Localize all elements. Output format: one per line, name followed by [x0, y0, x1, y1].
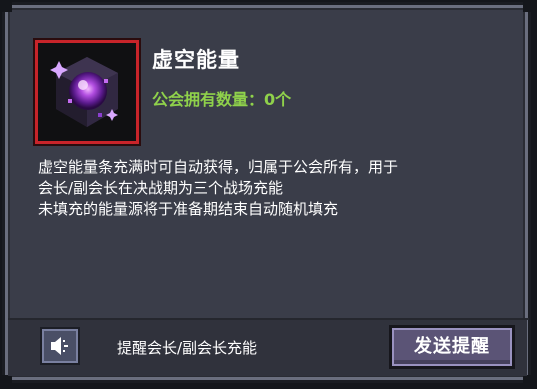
description-line: 会长/副会长在决战期为三个战场充能: [38, 179, 284, 197]
panel-corner: [2, 375, 12, 385]
remind-label: 提醒会长/副会长充能: [117, 339, 258, 357]
description-line: 未填充的能量源将于准备期结束自动随机填充: [38, 200, 339, 218]
guild-item-count: 公会拥有数量：0个: [152, 90, 292, 109]
item-title: 虚空能量: [152, 48, 240, 72]
panel-corner: [523, 375, 533, 385]
speaker-button[interactable]: [40, 327, 80, 365]
description-line: 虚空能量条充满时可自动获得，归属于公会所有，用于: [38, 158, 399, 176]
void-energy-crystal-icon: [50, 57, 118, 127]
send-reminder-button[interactable]: 发送提醒: [389, 325, 515, 369]
panel-corner: [2, 2, 12, 12]
panel-corner: [523, 2, 533, 12]
item-description: 虚空能量条充满时可自动获得，归属于公会所有，用于 会长/副会长在决战期为三个战场…: [38, 157, 518, 220]
item-icon-frame: [35, 40, 139, 144]
speaker-icon: [51, 337, 68, 355]
